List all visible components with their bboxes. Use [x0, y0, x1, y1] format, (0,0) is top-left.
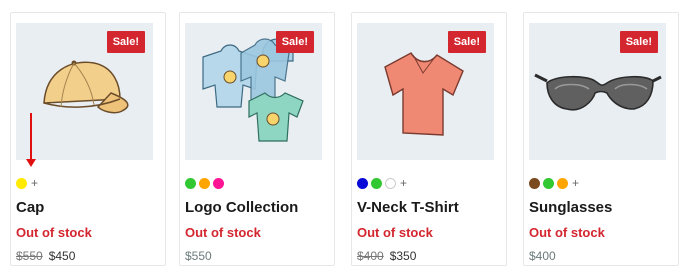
current-price: $450: [48, 249, 76, 263]
annotation-arrow: [26, 113, 36, 167]
product-card-v-neck-t-shirt[interactable]: Sale! + V-Neck T-Shirt Out of stock $400…: [351, 12, 507, 266]
product-card-logo-collection[interactable]: Sale! Logo Collection Out of stock $550: [179, 12, 335, 266]
stock-status: Out of stock: [357, 225, 433, 240]
stock-status: Out of stock: [529, 225, 605, 240]
sale-badge: Sale!: [619, 31, 658, 53]
stock-status: Out of stock: [16, 225, 92, 240]
price: $400: [529, 249, 556, 263]
price: $550 $450: [16, 249, 75, 263]
sale-badge: Sale!: [275, 31, 314, 53]
swatch-orange[interactable]: [557, 177, 568, 189]
color-swatches: +: [357, 177, 407, 189]
swatch-yellow[interactable]: [16, 177, 27, 189]
product-card-cap[interactable]: Sale! + Cap Out of stock $550 $450: [10, 12, 166, 266]
price: $550: [185, 249, 212, 263]
swatch-orange[interactable]: [199, 177, 210, 189]
current-price: $350: [389, 249, 417, 263]
stock-status: Out of stock: [185, 225, 261, 240]
color-swatches: +: [16, 177, 38, 189]
price: $400 $350: [357, 249, 416, 263]
more-colors[interactable]: +: [31, 177, 38, 189]
swatch-pink[interactable]: [213, 177, 224, 189]
more-colors[interactable]: +: [400, 177, 407, 189]
product-name[interactable]: V-Neck T-Shirt: [357, 199, 459, 216]
swatch-brown[interactable]: [529, 177, 540, 189]
product-name[interactable]: Logo Collection: [185, 199, 298, 216]
product-name[interactable]: Cap: [16, 199, 44, 216]
product-image[interactable]: Sale!: [16, 23, 153, 160]
old-price: $550: [16, 249, 43, 263]
more-colors[interactable]: +: [572, 177, 579, 189]
swatch-green[interactable]: [543, 177, 554, 189]
current-price: $550: [185, 249, 212, 263]
swatch-green[interactable]: [185, 177, 196, 189]
product-image[interactable]: Sale!: [529, 23, 666, 160]
sale-badge: Sale!: [447, 31, 486, 53]
sale-badge: Sale!: [106, 31, 145, 53]
product-image[interactable]: Sale!: [357, 23, 494, 160]
swatch-blue[interactable]: [357, 177, 368, 189]
product-image[interactable]: Sale!: [185, 23, 322, 160]
product-card-sunglasses[interactable]: Sale! + Sunglasses Out of stock $400: [523, 12, 679, 266]
current-price: $400: [529, 249, 556, 263]
color-swatches: +: [529, 177, 579, 189]
swatch-green[interactable]: [371, 177, 382, 189]
swatch-white[interactable]: [385, 177, 396, 189]
product-grid: Sale! + Cap Out of stock $550 $450 Sale!…: [0, 0, 690, 273]
old-price: $400: [357, 249, 384, 263]
product-name[interactable]: Sunglasses: [529, 199, 612, 216]
color-swatches: [185, 177, 224, 189]
